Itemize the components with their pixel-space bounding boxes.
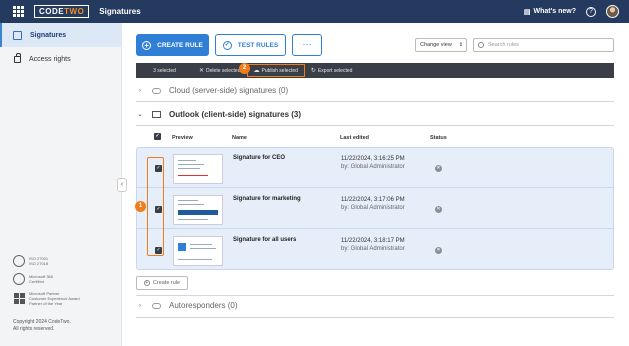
signature-preview[interactable] <box>173 195 223 225</box>
create-rule-link[interactable]: + Create rule <box>136 276 188 290</box>
publish-selected-button[interactable]: ☁ Publish selected <box>246 64 305 77</box>
table-row[interactable]: ✓ Signature for all users 11/22/2024, 3:… <box>137 230 613 270</box>
select-all-checkbox[interactable]: ✓ <box>154 133 161 140</box>
group-cloud-signatures[interactable]: › Cloud (server-side) signatures (0) <box>136 86 614 95</box>
check-icon: ✓ <box>222 40 232 50</box>
app-launcher-icon[interactable] <box>13 6 24 17</box>
divider <box>136 125 614 126</box>
plus-icon: + <box>142 40 152 50</box>
table-row[interactable]: ✓ Signature for CEO 11/22/2024, 3:16:25 … <box>137 148 613 188</box>
last-edited: 11/22/2024, 3:18:17 PM by: Global Admini… <box>341 238 405 252</box>
top-bar: CODETWO Signatures ▤ What's new? ? <box>0 0 629 23</box>
lock-icon <box>14 52 21 63</box>
iso-cert-badge: ISO 27001 ISO 27018 <box>13 255 48 267</box>
create-rule-button[interactable]: + CREATE RULE <box>136 34 209 56</box>
selection-action-bar: 3 selected ✕ Delete selected ☁ Publish s… <box>136 63 614 78</box>
sidebar: Signatures Access rights ISO 27001 ISO 2… <box>0 23 122 346</box>
status-unpublished-icon: ✕ <box>435 165 442 172</box>
codetwo-logo[interactable]: CODETWO <box>34 5 90 18</box>
signature-icon <box>13 30 22 40</box>
monitor-icon <box>152 111 161 118</box>
avatar[interactable] <box>606 5 619 18</box>
microsoft-logo-icon <box>13 293 25 305</box>
change-view-select[interactable]: Change view ⇕ <box>415 38 467 52</box>
col-preview: Preview <box>172 135 193 141</box>
divider <box>136 295 614 296</box>
search-icon <box>478 42 484 48</box>
sidebar-item-access-rights[interactable]: Access rights <box>0 47 121 71</box>
last-edited: 11/22/2024, 3:16:25 PM by: Global Admini… <box>341 156 405 170</box>
m365-badge-icon <box>13 273 25 285</box>
whats-new-link[interactable]: ▤ What's new? <box>524 8 576 16</box>
group-outlook-signatures[interactable]: ⌄ Outlook (client-side) signatures (3) <box>136 110 614 119</box>
selected-count: 3 selected <box>153 67 176 74</box>
select-arrows-icon: ⇕ <box>458 42 463 48</box>
status-unpublished-icon: ✕ <box>435 206 442 213</box>
annotation-badge-1: 1 <box>135 201 146 212</box>
help-icon[interactable]: ? <box>586 6 596 17</box>
app-title: Signatures <box>99 7 141 16</box>
col-last-edited[interactable]: Last edited <box>340 135 369 141</box>
m365-cert-badge: Microsoft 365 Certified <box>13 273 53 285</box>
chevron-right-icon: › <box>139 302 141 309</box>
chevron-right-icon: › <box>139 87 141 94</box>
divider <box>136 101 614 102</box>
cloud-upload-icon: ☁ <box>253 68 260 74</box>
checkbox-highlight-annotation <box>147 157 164 256</box>
annotation-badge-2: 2 <box>239 63 250 74</box>
chevron-down-icon: ⌄ <box>137 112 143 118</box>
divider <box>136 317 614 318</box>
signature-preview[interactable] <box>173 154 223 184</box>
status-unpublished-icon: ✕ <box>435 247 442 254</box>
more-options-button[interactable]: ··· <box>292 34 322 56</box>
cloud-icon <box>152 87 161 94</box>
plus-icon: + <box>143 280 150 286</box>
search-input[interactable]: Search rules <box>473 38 614 52</box>
table-header: ✓ Preview Name Last edited Status <box>136 132 614 146</box>
last-edited: 11/22/2024, 3:17:06 PM by: Global Admini… <box>341 197 405 211</box>
signature-name[interactable]: Signature for marketing <box>233 196 301 202</box>
copyright-text: Copyright 2024 CodeTwo. All rights reser… <box>13 319 71 332</box>
main-content: + CREATE RULE ✓ TEST RULES ··· Change vi… <box>122 23 629 346</box>
close-icon: ✕ <box>199 68 205 74</box>
signature-table: ✓ Signature for CEO 11/22/2024, 3:16:25 … <box>136 147 614 270</box>
col-name[interactable]: Name <box>232 135 247 141</box>
iso-badge-icon <box>13 255 25 267</box>
test-rules-button[interactable]: ✓ TEST RULES <box>215 34 286 56</box>
export-selected-button[interactable]: ↻ Export selected <box>305 63 359 78</box>
col-status: Status <box>430 135 447 141</box>
microsoft-partner-badge: Microsoft Partner Customer Experience Aw… <box>13 291 80 306</box>
sidebar-item-signatures[interactable]: Signatures <box>0 23 121 47</box>
signature-name[interactable]: Signature for CEO <box>233 155 285 161</box>
signature-name[interactable]: Signature for all users <box>233 237 296 243</box>
autoresponder-icon <box>152 302 161 309</box>
signature-preview[interactable] <box>173 236 223 266</box>
megaphone-icon: ▤ <box>523 8 531 16</box>
export-icon: ↻ <box>310 68 316 74</box>
group-autoresponders[interactable]: › Autoresponders (0) <box>136 301 614 310</box>
table-row[interactable]: ✓ Signature for marketing 11/22/2024, 3:… <box>137 189 613 229</box>
